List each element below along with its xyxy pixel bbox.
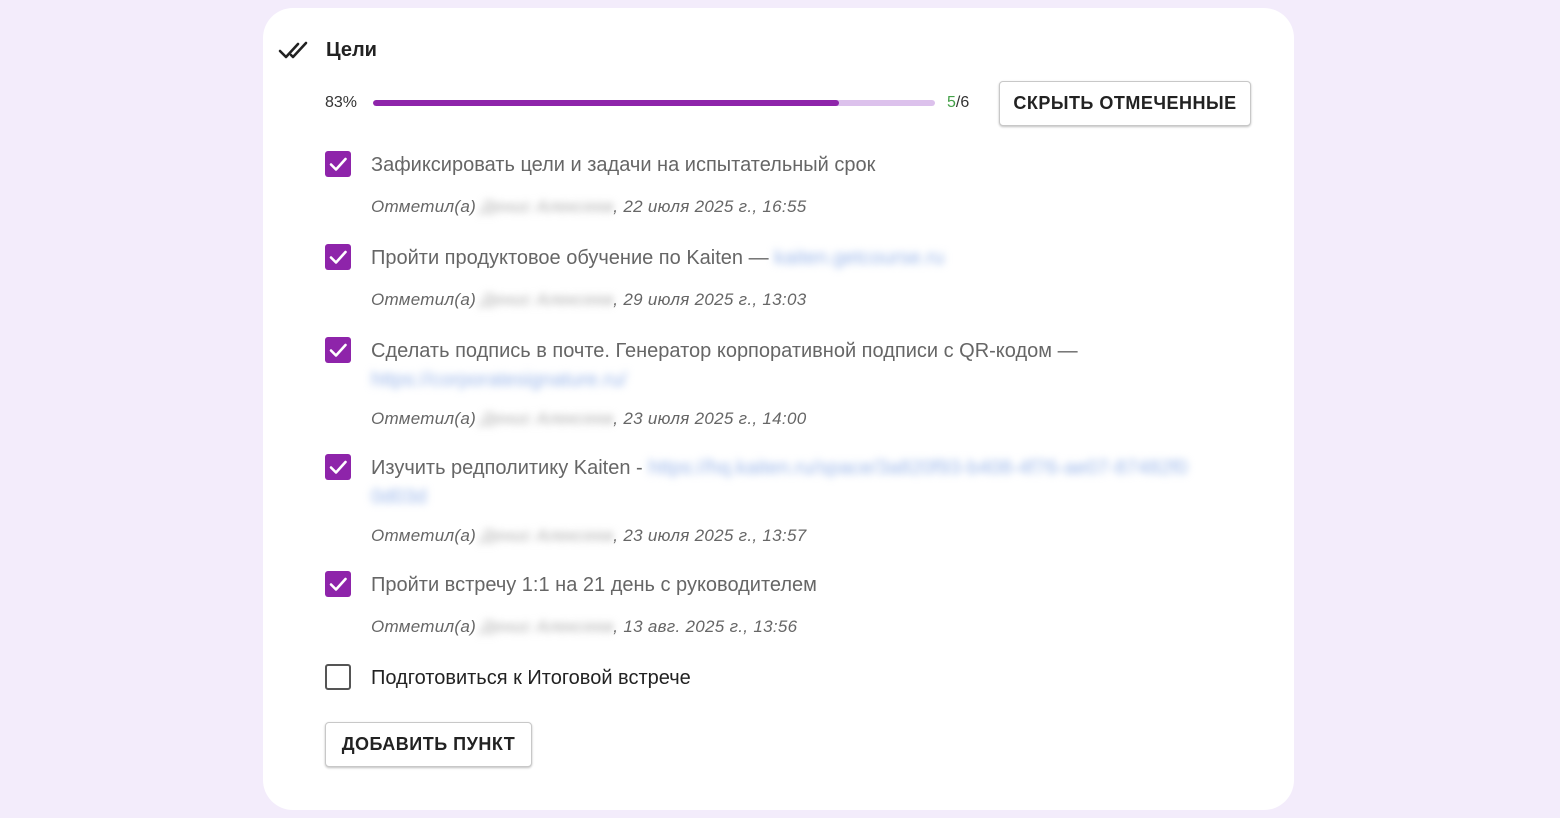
checkbox-checked[interactable]: [325, 337, 351, 363]
progress-total: /6: [955, 94, 970, 111]
checkbox-checked[interactable]: [325, 244, 351, 270]
checked-by-name: Денис Алексеев: [481, 409, 614, 428]
goals-title: Цели: [326, 38, 377, 61]
item-label: Изучить редполитику Kaiten -: [371, 457, 649, 479]
item-text: Пройти продуктовое обучение по Kaiten — …: [371, 244, 1191, 273]
item-text: Подготовиться к Итоговой встрече: [371, 664, 1191, 693]
meta-prefix: Отметил(а): [371, 526, 477, 545]
checkmark-icon: [329, 460, 347, 474]
checked-by-name: Денис Алексеев: [481, 197, 614, 216]
checkbox-checked[interactable]: [325, 571, 351, 597]
checkmark-icon: [329, 343, 347, 357]
checked-by-name: Денис Алексеев: [481, 526, 614, 545]
item-label: Пройти продуктовое обучение по Kaiten —: [371, 247, 775, 269]
progress-count: 5/6: [947, 94, 969, 112]
item-link[interactable]: https://corporatesignature.ru/: [371, 369, 627, 391]
progress-bar-fill: [373, 100, 840, 106]
item-meta: Отметил(а) Денис Алексеев, 22 июля 2025 …: [371, 197, 806, 217]
item-link[interactable]: kaiten.getcourse.ru: [774, 247, 944, 269]
hide-checked-button[interactable]: СКРЫТЬ ОТМЕЧЕННЫЕ: [999, 81, 1251, 126]
checkmark-icon: [329, 250, 347, 264]
item-text: Сделать подпись в почте. Генератор корпо…: [371, 337, 1191, 395]
item-label: Подготовиться к Итоговой встрече: [371, 667, 691, 689]
checklist-item: Изучить редполитику Kaiten - https://hq.…: [325, 454, 1225, 546]
item-text: Пройти встречу 1:1 на 21 день с руководи…: [371, 571, 1191, 600]
goals-card: Цели 83% 5/6 СКРЫТЬ ОТМЕЧЕННЫЕ Зафиксиро…: [263, 8, 1294, 810]
item-label: Сделать подпись в почте. Генератор корпо…: [371, 340, 1078, 362]
checkbox-unchecked[interactable]: [325, 664, 351, 690]
progress-percent: 83%: [325, 94, 358, 111]
goals-header: Цели: [278, 38, 377, 62]
item-meta: Отметил(а) Денис Алексеев, 29 июля 2025 …: [371, 290, 806, 310]
progress-bar: [373, 100, 935, 106]
checked-date: , 22 июля 2025 г., 16:55: [613, 197, 807, 216]
checkbox-checked[interactable]: [325, 454, 351, 480]
checked-by-name: Денис Алексеев: [481, 290, 614, 309]
item-meta: Отметил(а) Денис Алексеев, 23 июля 2025 …: [371, 409, 806, 429]
checklist-item: Пройти продуктовое обучение по Kaiten — …: [325, 244, 1225, 314]
double-check-icon: [278, 38, 310, 62]
checked-date: , 13 авг. 2025 г., 13:56: [613, 617, 798, 636]
item-text: Зафиксировать цели и задачи на испытател…: [371, 151, 1191, 180]
checkmark-icon: [329, 157, 347, 171]
checkbox-checked[interactable]: [325, 151, 351, 177]
item-meta: Отметил(а) Денис Алексеев, 23 июля 2025 …: [371, 526, 806, 546]
item-label: Пройти встречу 1:1 на 21 день с руководи…: [371, 574, 817, 596]
checked-date: , 29 июля 2025 г., 13:03: [613, 290, 807, 309]
item-text: Изучить редполитику Kaiten - https://hq.…: [371, 454, 1191, 512]
meta-prefix: Отметил(а): [371, 409, 477, 428]
progress-done: 5: [947, 94, 956, 111]
checklist-item: Подготовиться к Итоговой встрече: [325, 664, 1225, 694]
meta-prefix: Отметил(а): [371, 290, 477, 309]
item-meta: Отметил(а) Денис Алексеев, 13 авг. 2025 …: [371, 617, 797, 637]
checked-date: , 23 июля 2025 г., 14:00: [613, 409, 807, 428]
checklist-item: Сделать подпись в почте. Генератор корпо…: [325, 337, 1225, 429]
checked-date: , 23 июля 2025 г., 13:57: [613, 526, 807, 545]
checked-by-name: Денис Алексеев: [481, 617, 614, 636]
checkmark-icon: [329, 577, 347, 591]
meta-prefix: Отметил(а): [371, 617, 477, 636]
checklist-item: Зафиксировать цели и задачи на испытател…: [325, 151, 1225, 221]
add-item-button[interactable]: ДОБАВИТЬ ПУНКТ: [325, 722, 532, 767]
item-label: Зафиксировать цели и задачи на испытател…: [371, 154, 876, 176]
checklist-item: Пройти встречу 1:1 на 21 день с руководи…: [325, 571, 1225, 641]
meta-prefix: Отметил(а): [371, 197, 477, 216]
